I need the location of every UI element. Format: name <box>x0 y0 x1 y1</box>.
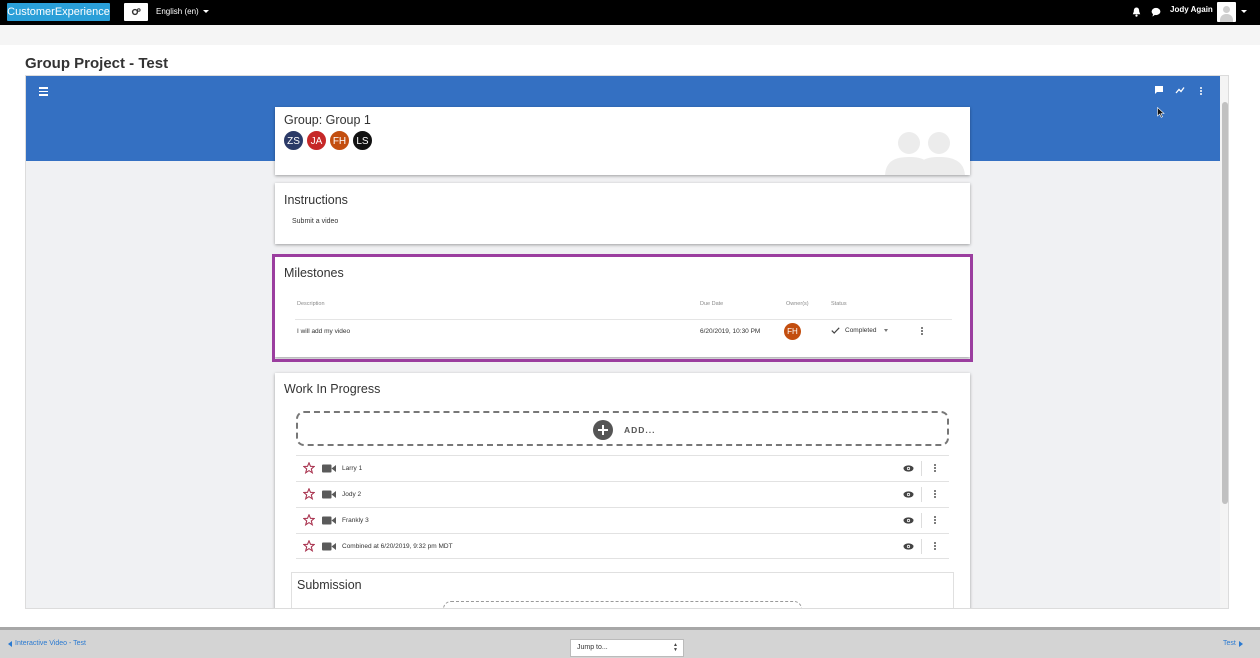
add-button[interactable]: ADD... <box>296 411 949 446</box>
next-activity-label: Test <box>1223 640 1236 647</box>
member-avatar[interactable]: FH <box>329 130 350 151</box>
wip-item-label: Frankly 3 <box>342 517 369 524</box>
add-label: ADD... <box>624 425 656 435</box>
wip-item-label: Jody 2 <box>342 491 362 498</box>
chevron-down-icon <box>202 10 209 13</box>
comment-icon[interactable] <box>1154 85 1164 95</box>
star-icon[interactable] <box>303 540 315 552</box>
vertical-scrollbar[interactable] <box>1220 76 1228 608</box>
scrollbar-thumb[interactable] <box>1222 102 1228 504</box>
user-name[interactable]: Jody Again <box>1170 5 1213 14</box>
previous-activity-label: Interactive Video - Test <box>15 640 86 647</box>
submission-card: Submission <box>291 572 954 608</box>
video-camera-icon <box>322 464 336 473</box>
trending-icon[interactable] <box>1175 85 1185 95</box>
language-label: English (en) <box>156 7 199 16</box>
language-selector[interactable]: English (en) <box>156 7 209 16</box>
plus-circle-icon <box>593 420 613 440</box>
more-options-icon[interactable] <box>1200 87 1202 97</box>
item-more-icon[interactable] <box>934 542 936 552</box>
course-switcher-button[interactable]: CustomerExperience <box>7 3 110 21</box>
item-more-icon[interactable] <box>934 490 936 500</box>
wip-item-label: Larry 1 <box>342 465 363 472</box>
member-avatar[interactable]: ZS <box>283 130 304 151</box>
group-card: Group: Group 1 ZS JA FH LS <box>275 107 970 175</box>
video-camera-icon <box>322 516 336 525</box>
group-title: Group: Group 1 <box>284 113 371 127</box>
star-icon[interactable] <box>303 462 315 474</box>
page-title: Group Project - Test <box>25 55 169 72</box>
eye-icon[interactable] <box>903 491 914 498</box>
eye-icon[interactable] <box>903 543 914 550</box>
settings-button[interactable] <box>124 3 148 21</box>
mouse-cursor-icon <box>1157 107 1165 118</box>
wip-title: Work In Progress <box>284 382 381 396</box>
wip-list: Larry 1 Jody 2 Frankly 3 Combined at 6/2… <box>296 455 949 559</box>
member-avatar[interactable]: LS <box>352 130 373 151</box>
group-members: ZS JA FH LS <box>283 130 373 151</box>
star-icon[interactable] <box>303 514 315 526</box>
jump-to-label: Jump to... <box>577 644 608 651</box>
submission-title: Submission <box>297 578 362 592</box>
select-arrows-icon: ▲ ▼ <box>673 642 678 653</box>
list-item[interactable]: Jody 2 <box>296 481 949 507</box>
eye-icon[interactable] <box>903 465 914 472</box>
user-menu-chevron-icon[interactable] <box>1241 10 1247 13</box>
eye-icon[interactable] <box>903 517 914 524</box>
star-icon[interactable] <box>303 488 315 500</box>
activity-navigation-bar: Interactive Video - Test Jump to... ▲ ▼ T… <box>0 627 1260 658</box>
item-more-icon[interactable] <box>934 516 936 526</box>
jump-to-select[interactable]: Jump to... ▲ ▼ <box>570 639 684 657</box>
item-more-icon[interactable] <box>934 464 936 474</box>
submission-drop-zone[interactable] <box>443 601 802 608</box>
video-camera-icon <box>322 490 336 499</box>
work-in-progress-card: Work In Progress ADD... Larry 1 Jody 2 F… <box>275 373 970 608</box>
subheader-strip <box>0 25 1260 45</box>
instructions-card: Instructions Submit a video <box>275 183 970 244</box>
member-avatar[interactable]: JA <box>306 130 327 151</box>
chat-bubble-icon[interactable] <box>1151 7 1161 17</box>
instructions-title: Instructions <box>284 193 348 207</box>
wip-item-label: Combined at 6/20/2019, 9:32 pm MDT <box>342 543 453 550</box>
list-item[interactable]: Combined at 6/20/2019, 9:32 pm MDT <box>296 533 949 559</box>
arrow-right-icon <box>1238 640 1243 647</box>
list-item[interactable]: Frankly 3 <box>296 507 949 533</box>
group-people-icon <box>885 132 965 175</box>
previous-activity-link[interactable]: Interactive Video - Test <box>8 640 86 647</box>
activity-frame: Group: Group 1 ZS JA FH LS Instructions … <box>25 75 1229 609</box>
menu-icon[interactable] <box>39 87 48 98</box>
user-avatar[interactable] <box>1217 2 1236 22</box>
video-camera-icon <box>322 542 336 551</box>
gear-icon <box>131 8 141 16</box>
top-navigation-bar: CustomerExperience English (en) Jody Aga… <box>0 0 1260 25</box>
milestones-highlight-box <box>272 254 973 362</box>
list-item[interactable]: Larry 1 <box>296 455 949 481</box>
instructions-text: Submit a video <box>292 218 339 225</box>
arrow-left-icon <box>8 640 12 647</box>
bell-icon[interactable] <box>1132 7 1141 17</box>
next-activity-link[interactable]: Test <box>1223 640 1243 647</box>
